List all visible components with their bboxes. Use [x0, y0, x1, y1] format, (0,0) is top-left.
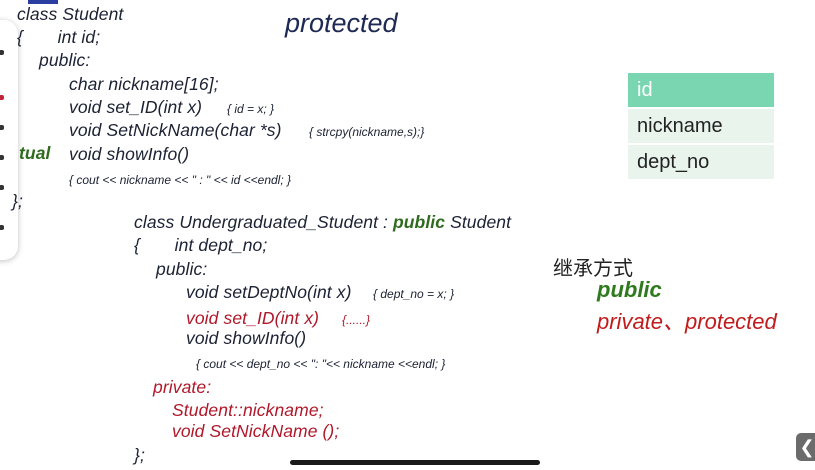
color-picker-icon[interactable]: [0, 95, 4, 100]
base-nickname-member: char nickname[16];: [69, 74, 219, 94]
pen-tool-icon[interactable]: [0, 50, 4, 55]
member-field-table: id nickname dept_no: [628, 73, 774, 181]
home-indicator-bar[interactable]: [290, 460, 540, 465]
derived-showinfo-method: void showInfo(): [186, 328, 307, 348]
base-class-id-member: { int id;: [17, 27, 101, 47]
base-setnickname-method: void SetNickName(char *s): [69, 120, 282, 140]
back-chevron-icon[interactable]: ❮: [796, 433, 815, 461]
shape-tool-icon[interactable]: [0, 185, 4, 190]
virtual-keyword-fragment: tual: [19, 143, 51, 163]
derived-class-header: class Undergraduated_Student : public St…: [134, 212, 511, 233]
base-public-label: public:: [39, 50, 91, 70]
base-showinfo-method: void showInfo(): [69, 144, 190, 164]
inheritance-mode-public: public: [597, 277, 662, 302]
derived-private-nickname: Student::nickname;: [172, 400, 324, 420]
derived-showinfo-body: { cout << dept_no << ": "<< nickname <<e…: [196, 357, 446, 371]
base-class-header: class Student: [17, 4, 124, 24]
derived-dept-member: { int dept_no;: [134, 235, 268, 255]
derived-header-prefix: class Undergraduated_Student :: [134, 212, 393, 232]
table-row-dept-no: dept_no: [628, 145, 774, 179]
derived-header-base: Student: [445, 212, 512, 232]
annotation-toolbar: [0, 20, 18, 260]
base-setnickname-body: { strcpy(nickname,s);}: [309, 125, 425, 139]
derived-private-setnickname: void SetNickName ();: [172, 421, 340, 441]
derived-setdeptno-body: { dept_no = x; }: [373, 287, 455, 301]
base-setid-method: void set_ID(int x): [69, 97, 203, 117]
base-class-close: };: [12, 191, 23, 211]
derived-class-close: };: [134, 445, 145, 465]
inheritance-mode-private-protected: private、protected: [597, 309, 777, 334]
slide-title: protected: [285, 8, 398, 38]
pointer-tool-icon[interactable]: [0, 155, 4, 160]
derived-setdeptno-method: void setDeptNo(int x): [186, 282, 352, 302]
derived-setid-override: void set_ID(int x): [186, 308, 320, 328]
derived-setid-body: {......}: [342, 313, 371, 327]
table-header-id: id: [628, 73, 774, 107]
derived-private-label: private:: [153, 377, 212, 397]
public-inheritance-keyword: public: [392, 212, 446, 232]
eraser-tool-icon[interactable]: [0, 125, 4, 130]
derived-public-label: public:: [156, 259, 208, 279]
close-toolbar-icon[interactable]: [0, 225, 4, 230]
base-setid-body: { id = x; }: [227, 102, 275, 116]
table-row-nickname: nickname: [628, 109, 774, 143]
base-showinfo-body: { cout << nickname << " : " << id <<endl…: [69, 173, 292, 187]
